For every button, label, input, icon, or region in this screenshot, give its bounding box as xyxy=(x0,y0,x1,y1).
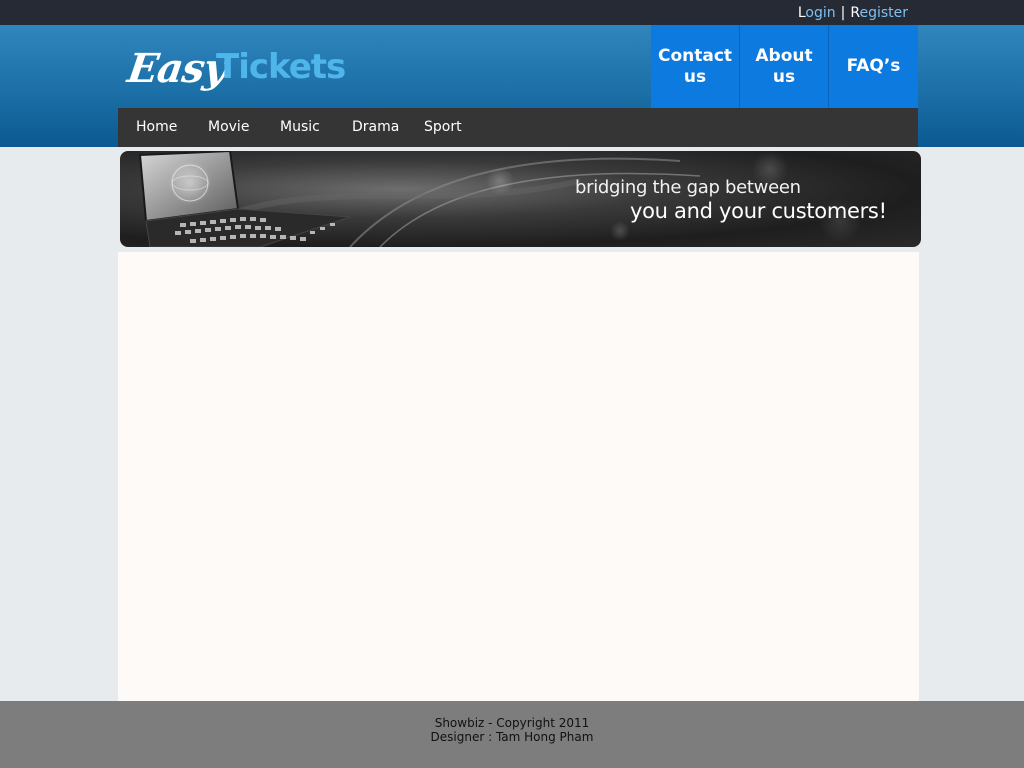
register-link[interactable]: Register xyxy=(850,5,908,21)
auth-links: Login | Register xyxy=(798,5,908,21)
footer-copyright: Showbiz - Copyright 2011 xyxy=(434,716,590,730)
hero-banner: bridging the gap between you and your cu… xyxy=(120,151,921,247)
site-footer: Showbiz - Copyright 2011 Designer : Tam … xyxy=(0,701,1024,768)
logo-tickets: Tickets xyxy=(216,47,346,87)
top-bar: Login | Register xyxy=(0,0,1024,25)
banner-tagline-line1: bridging the gap between xyxy=(575,177,801,198)
site-header: Easy Tickets Contact us About us FAQ’s H… xyxy=(0,25,1024,147)
logo-easy: Easy xyxy=(124,45,230,92)
contact-us-button[interactable]: Contact us xyxy=(651,25,740,108)
nav-drama[interactable]: Drama xyxy=(352,108,399,147)
top-links: Contact us About us FAQ’s xyxy=(651,25,918,108)
login-link[interactable]: Login xyxy=(798,5,836,21)
register-link-rest: egister xyxy=(859,5,908,21)
site-logo[interactable]: Easy Tickets xyxy=(124,45,358,101)
auth-separator: | xyxy=(840,5,846,21)
main-content-area xyxy=(118,252,919,701)
nav-home[interactable]: Home xyxy=(136,108,177,147)
banner-tagline-line2: you and your customers! xyxy=(630,199,887,223)
login-link-rest: ogin xyxy=(805,5,836,21)
faqs-button[interactable]: FAQ’s xyxy=(829,25,918,108)
about-us-button[interactable]: About us xyxy=(740,25,829,108)
nav-movie[interactable]: Movie xyxy=(208,108,249,147)
nav-music[interactable]: Music xyxy=(280,108,320,147)
footer-designer: Designer : Tam Hong Pham xyxy=(430,730,594,744)
nav-sport[interactable]: Sport xyxy=(424,108,462,147)
main-nav: Home Movie Music Drama Sport xyxy=(118,108,918,147)
